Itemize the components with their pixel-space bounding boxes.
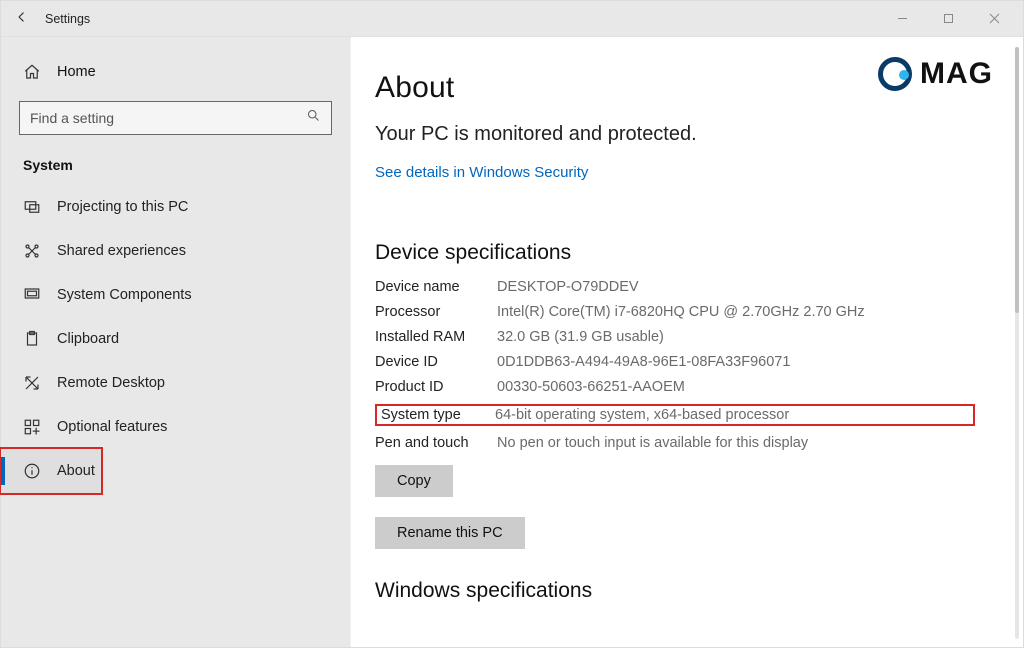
sidebar-item-projecting[interactable]: Projecting to this PC — [1, 185, 350, 229]
back-button[interactable] — [15, 10, 29, 27]
spec-value-processor: Intel(R) Core(TM) i7-6820HQ CPU @ 2.70GH… — [497, 304, 975, 320]
sidebar-item-label: Shared experiences — [57, 243, 186, 259]
sidebar-item-optional[interactable]: Optional features — [1, 405, 350, 449]
maximize-button[interactable] — [925, 4, 971, 34]
close-button[interactable] — [971, 4, 1017, 34]
windows-spec-heading: Windows specifications — [375, 579, 975, 603]
window-controls — [879, 4, 1023, 34]
clipboard-icon — [23, 330, 41, 348]
sidebar: Home System Projecting to this PC Shared… — [1, 37, 351, 647]
shared-icon — [23, 242, 41, 260]
spec-value-pen: No pen or touch input is available for t… — [497, 435, 975, 451]
sidebar-item-label: Projecting to this PC — [57, 199, 188, 215]
sidebar-item-shared[interactable]: Shared experiences — [1, 229, 350, 273]
search-icon — [306, 108, 321, 128]
components-icon — [23, 286, 41, 304]
sidebar-item-remote[interactable]: Remote Desktop — [1, 361, 350, 405]
sidebar-home-label: Home — [57, 64, 96, 80]
device-spec-heading: Device specifications — [375, 241, 975, 265]
search-input-container[interactable] — [19, 101, 332, 135]
spec-value-ram: 32.0 GB (31.9 GB usable) — [497, 329, 975, 345]
home-icon — [23, 63, 41, 81]
window-title: Settings — [45, 12, 90, 26]
highlight-about: About — [0, 447, 103, 495]
copy-button[interactable]: Copy — [375, 465, 453, 497]
sidebar-item-label: Optional features — [57, 419, 167, 435]
search-input[interactable] — [30, 110, 306, 126]
spec-label-device-name: Device name — [375, 279, 491, 295]
spec-label-product-id: Product ID — [375, 379, 491, 395]
content-pane: MAG About Your PC is monitored and prote… — [351, 37, 1023, 647]
spec-value-device-name: DESKTOP-O79DDEV — [497, 279, 975, 295]
content-scroll: About Your PC is monitored and protected… — [351, 37, 1009, 647]
sidebar-item-components[interactable]: System Components — [1, 273, 350, 317]
spec-label-ram: Installed RAM — [375, 329, 491, 345]
sidebar-item-label: Remote Desktop — [57, 375, 165, 391]
sidebar-item-about[interactable]: About — [1, 449, 101, 493]
spec-value-product-id: 00330-50603-66251-AAOEM — [497, 379, 975, 395]
sidebar-item-label: System Components — [57, 287, 192, 303]
spec-value-system-type: 64-bit operating system, x64-based proce… — [495, 407, 969, 423]
projecting-icon — [23, 198, 41, 216]
sidebar-item-clipboard[interactable]: Clipboard — [1, 317, 350, 361]
spec-label-device-id: Device ID — [375, 354, 491, 370]
spec-value-device-id: 0D1DDB63-A494-49A8-96E1-08FA33F96071 — [497, 354, 975, 370]
security-link[interactable]: See details in Windows Security — [375, 164, 588, 181]
spec-label-processor: Processor — [375, 304, 491, 320]
scrollbar-thumb[interactable] — [1015, 47, 1019, 313]
sidebar-item-label: About — [57, 463, 95, 479]
minimize-button[interactable] — [879, 4, 925, 34]
sidebar-section-heading: System — [1, 155, 350, 185]
highlight-system-type: System type 64-bit operating system, x64… — [375, 404, 975, 426]
titlebar: Settings — [1, 1, 1023, 37]
optional-icon — [23, 418, 41, 436]
device-spec-table: Device name DESKTOP-O79DDEV Processor In… — [375, 279, 975, 451]
monitor-status: Your PC is monitored and protected. — [375, 123, 975, 146]
sidebar-nav: Projecting to this PC Shared experiences… — [1, 185, 350, 493]
remote-icon — [23, 374, 41, 392]
page-title: About — [375, 71, 975, 105]
sidebar-item-label: Clipboard — [57, 331, 119, 347]
scrollbar[interactable] — [1015, 47, 1019, 639]
sidebar-home[interactable]: Home — [1, 57, 350, 95]
spec-label-system-type: System type — [381, 407, 489, 423]
info-icon — [23, 462, 41, 480]
spec-label-pen: Pen and touch — [375, 435, 491, 451]
rename-pc-button[interactable]: Rename this PC — [375, 517, 525, 549]
